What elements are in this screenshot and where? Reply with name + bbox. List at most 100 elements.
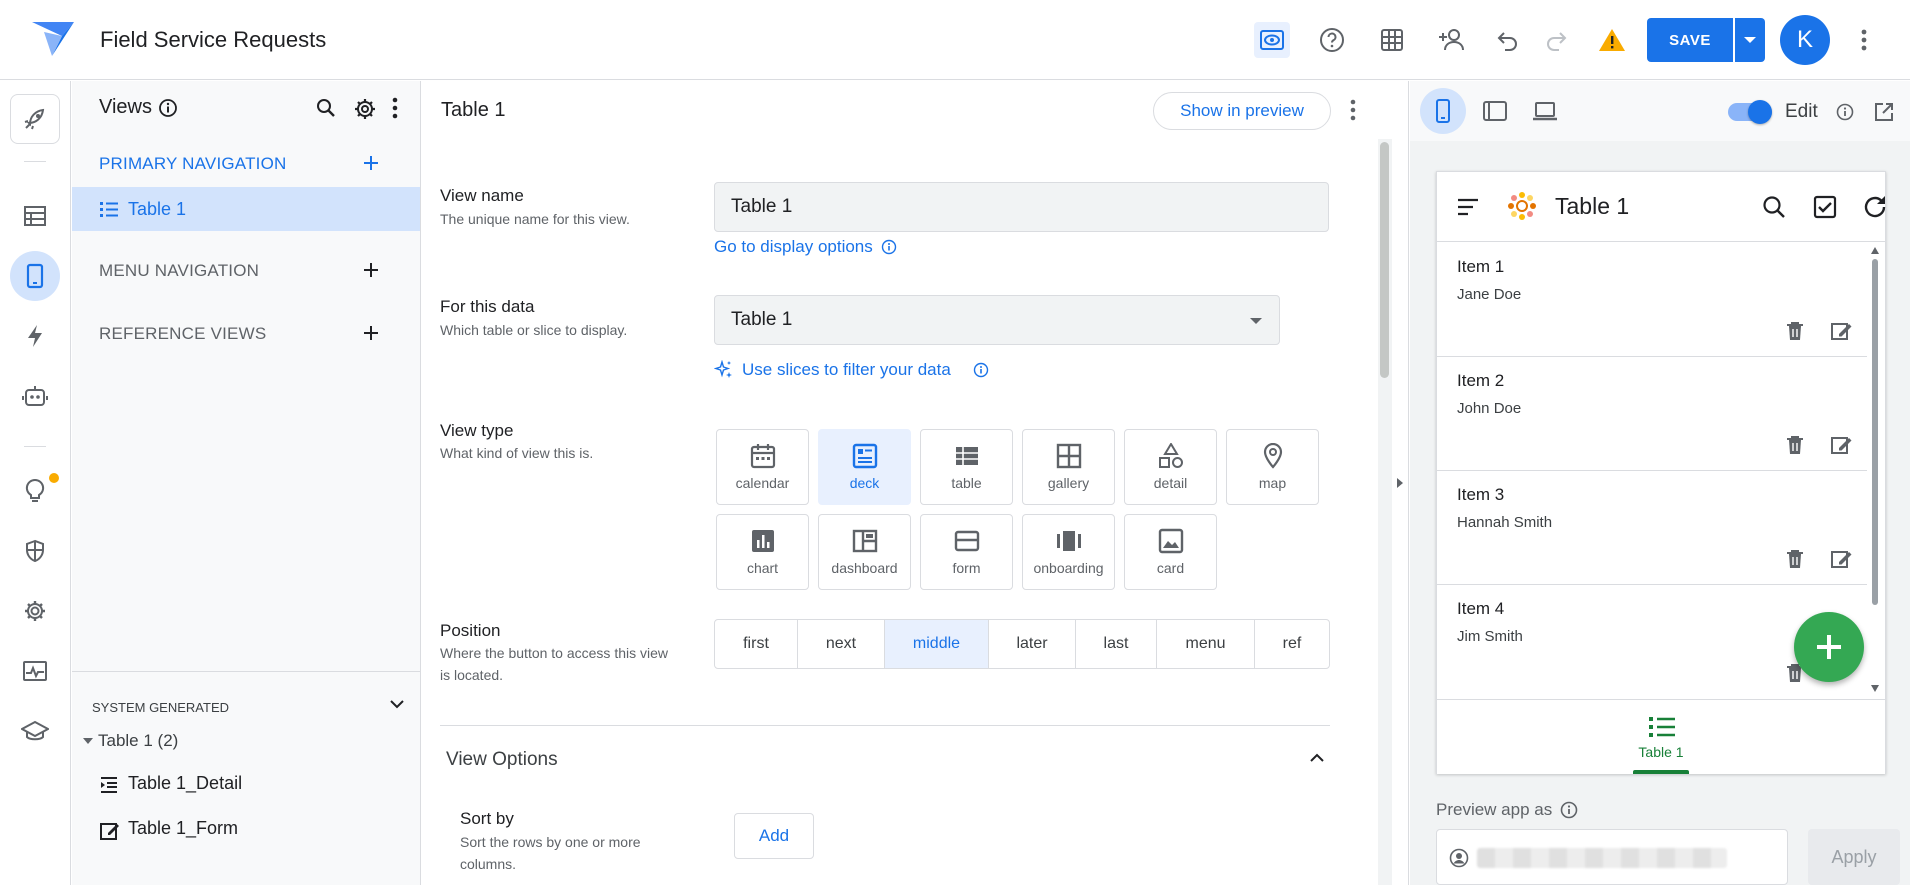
rail-monitor-icon[interactable] (10, 646, 60, 696)
info-icon (973, 362, 989, 378)
editor-scrollbar-thumb[interactable] (1380, 142, 1389, 378)
preview-visibility-icon[interactable] (1254, 22, 1290, 58)
add-reference-view-icon[interactable] (360, 322, 382, 344)
show-in-preview-button[interactable]: Show in preview (1153, 92, 1331, 130)
info-icon[interactable] (1836, 103, 1854, 121)
warning-icon[interactable] (1594, 22, 1630, 58)
apply-button[interactable]: Apply (1808, 829, 1900, 885)
open-external-icon[interactable] (1874, 102, 1894, 122)
info-icon[interactable] (1560, 801, 1578, 819)
preview-as-user-field[interactable] (1436, 829, 1788, 885)
gear-icon[interactable] (354, 98, 376, 120)
edit-toggle[interactable] (1728, 100, 1772, 124)
refresh-icon[interactable] (1862, 194, 1888, 220)
gallery-icon (1056, 443, 1081, 469)
view-type-table[interactable]: table (920, 429, 1013, 505)
position-menu[interactable]: menu (1157, 620, 1255, 668)
menu-icon[interactable] (1457, 198, 1479, 216)
preview-list-item[interactable]: Item 1 Jane Doe (1437, 243, 1867, 357)
view-options-header[interactable]: View Options (446, 749, 558, 771)
search-icon[interactable] (1762, 195, 1786, 219)
item-title: Item 2 (1457, 371, 1505, 390)
data-source-select[interactable]: Table 1 (714, 295, 1280, 345)
preview-list-item[interactable]: Item 2 John Doe (1437, 357, 1867, 471)
system-item-detail[interactable]: Table 1_Detail (128, 773, 242, 794)
view-type-form[interactable]: form (920, 514, 1013, 590)
info-icon[interactable] (158, 98, 178, 118)
position-first[interactable]: first (715, 620, 798, 668)
add-record-fab[interactable] (1794, 612, 1864, 682)
save-options-dropdown[interactable] (1735, 18, 1765, 62)
add-menu-view-icon[interactable] (360, 259, 382, 281)
undo-icon[interactable] (1490, 22, 1526, 58)
more-vert-icon[interactable] (1350, 99, 1356, 121)
add-person-icon[interactable] (1434, 22, 1470, 58)
desktop-mode-icon[interactable] (1532, 101, 1558, 121)
view-type-onboarding[interactable]: onboarding (1022, 514, 1115, 590)
item-title: Item 4 (1457, 599, 1505, 618)
rail-views-icon[interactable] (10, 251, 60, 301)
rail-automation-icon[interactable] (10, 311, 60, 361)
tablet-mode-icon[interactable] (1482, 100, 1508, 122)
bottom-nav-item-table-1[interactable]: Table 1 (1633, 708, 1689, 774)
view-type-dashboard[interactable]: dashboard (818, 514, 911, 590)
chevron-up-icon[interactable] (1310, 753, 1324, 763)
plus-icon (1817, 635, 1841, 659)
account-icon (1449, 848, 1469, 868)
use-slices-link[interactable]: Use slices to filter your data (714, 360, 989, 380)
view-type-calendar[interactable]: calendar (716, 429, 809, 505)
select-checkbox-icon[interactable] (1813, 195, 1837, 219)
view-type-card[interactable]: card (1124, 514, 1217, 590)
view-type-map[interactable]: map (1226, 429, 1319, 505)
table-grid-icon[interactable] (1374, 22, 1410, 58)
chevron-down-icon[interactable] (390, 699, 404, 709)
rail-launch-icon[interactable] (10, 94, 60, 144)
left-nav-rail (0, 81, 71, 885)
view-item-table-1[interactable]: Table 1 (72, 187, 420, 231)
edit-icon[interactable] (1831, 549, 1853, 569)
redo-icon[interactable] (1538, 22, 1574, 58)
more-vert-icon[interactable] (392, 97, 398, 119)
preview-bottom-nav: Table 1 (1437, 699, 1885, 774)
avatar[interactable]: K (1780, 15, 1830, 65)
add-sort-button[interactable]: Add (734, 813, 814, 859)
view-type-gallery[interactable]: gallery (1022, 429, 1115, 505)
view-type-chart[interactable]: chart (716, 514, 809, 590)
view-type-detail[interactable]: detail (1124, 429, 1217, 505)
add-primary-view-icon[interactable] (360, 152, 382, 174)
system-item-form[interactable]: Table 1_Form (128, 818, 238, 839)
view-name-field[interactable]: Table 1 (714, 182, 1329, 232)
appsheet-logo-icon[interactable] (32, 20, 74, 58)
edit-icon[interactable] (1831, 321, 1853, 341)
edit-icon[interactable] (1831, 435, 1853, 455)
rail-learn-icon[interactable] (10, 706, 60, 756)
save-button[interactable]: SAVE (1647, 18, 1733, 62)
toggle-knob (1748, 100, 1772, 124)
more-vert-icon[interactable] (1846, 22, 1882, 58)
preview-list-scrollbar[interactable] (1870, 245, 1880, 695)
view-type-deck[interactable]: deck (818, 429, 911, 505)
system-group-label[interactable]: Table 1 (2) (98, 731, 178, 751)
caret-down-icon[interactable] (82, 737, 94, 745)
card-icon (1158, 528, 1183, 554)
preview-list-item[interactable]: Item 3 Hannah Smith (1437, 471, 1867, 585)
rail-bot-icon[interactable] (10, 371, 60, 421)
list-icon (1649, 717, 1675, 737)
search-icon[interactable] (316, 98, 336, 118)
panel-collapse-handle[interactable] (1392, 81, 1409, 885)
position-middle[interactable]: middle (885, 620, 989, 668)
delete-icon[interactable] (1786, 321, 1804, 341)
delete-icon[interactable] (1786, 549, 1804, 569)
position-ref[interactable]: ref (1255, 620, 1329, 668)
rail-security-icon[interactable] (10, 526, 60, 576)
dashboard-icon (852, 529, 877, 553)
rail-settings-icon[interactable] (10, 586, 60, 636)
phone-mode-icon[interactable] (1420, 88, 1466, 134)
help-icon[interactable] (1314, 22, 1350, 58)
position-last[interactable]: last (1076, 620, 1157, 668)
go-to-display-options-link[interactable]: Go to display options (714, 237, 897, 257)
position-next[interactable]: next (798, 620, 885, 668)
position-later[interactable]: later (989, 620, 1076, 668)
rail-data-icon[interactable] (10, 191, 60, 241)
delete-icon[interactable] (1786, 435, 1804, 455)
